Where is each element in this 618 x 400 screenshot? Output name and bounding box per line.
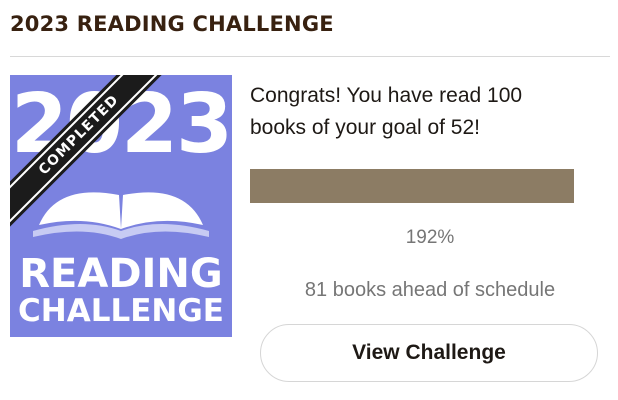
section-divider bbox=[10, 56, 610, 57]
challenge-badge[interactable]: 2023 READING CHALLENGE COMPLETED bbox=[10, 75, 232, 337]
congrats-message: Congrats! You have read 100 books of you… bbox=[250, 84, 523, 139]
badge-title-line2: CHALLENGE bbox=[18, 293, 224, 329]
progress-bar bbox=[250, 169, 574, 203]
progress-bar-fill bbox=[250, 169, 574, 203]
badge-title-line1: READING bbox=[19, 251, 223, 297]
schedule-status: 81 books ahead of schedule bbox=[304, 279, 556, 301]
section-title: 2023 READING CHALLENGE bbox=[10, 12, 334, 36]
progress-percent: 192% bbox=[405, 227, 455, 248]
view-challenge-button[interactable]: View Challenge bbox=[260, 324, 598, 382]
